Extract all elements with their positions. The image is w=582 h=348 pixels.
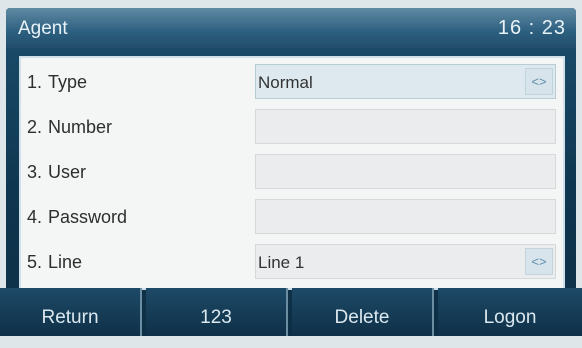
left-right-arrows-icon[interactable]: <>	[525, 248, 553, 275]
left-right-arrows-icon[interactable]: <>	[525, 68, 553, 95]
input-mode-softkey[interactable]: 123	[146, 288, 288, 336]
screen-title: Agent	[18, 18, 68, 39]
form-row-user[interactable]: 3. User	[21, 150, 563, 193]
clock: 16 : 23	[497, 17, 566, 39]
agent-form: 1. Type Normal <> 2. Number 3. User 4. P…	[19, 56, 565, 290]
password-input[interactable]	[255, 199, 556, 234]
field-label-line: 5. Line	[27, 252, 83, 272]
logon-softkey[interactable]: Logon	[438, 288, 582, 336]
softkey-bar: Return 123 Delete Logon	[0, 288, 582, 336]
line-value: Line 1	[258, 253, 305, 272]
form-row-password[interactable]: 4. Password	[21, 195, 563, 238]
number-input[interactable]	[255, 109, 556, 144]
type-select[interactable]: Normal <>	[255, 64, 556, 99]
field-label-type: 1. Type	[27, 72, 88, 92]
form-row-number[interactable]: 2. Number	[21, 105, 563, 148]
user-input[interactable]	[255, 154, 556, 189]
field-label-user: 3. User	[27, 162, 87, 182]
field-label-password: 4. Password	[27, 207, 128, 227]
phone-screen: Agent 16 : 23 1. Type Normal <> 2. Number …	[6, 8, 576, 336]
field-label-number: 2. Number	[27, 117, 113, 137]
form-row-type[interactable]: 1. Type Normal <>	[21, 60, 563, 103]
line-select[interactable]: Line 1 <>	[255, 244, 556, 279]
return-softkey[interactable]: Return	[0, 288, 142, 336]
title-bar: Agent 16 : 23	[6, 8, 576, 48]
delete-softkey[interactable]: Delete	[292, 288, 434, 336]
form-row-line[interactable]: 5. Line Line 1 <>	[21, 240, 563, 283]
type-value: Normal	[258, 73, 313, 92]
